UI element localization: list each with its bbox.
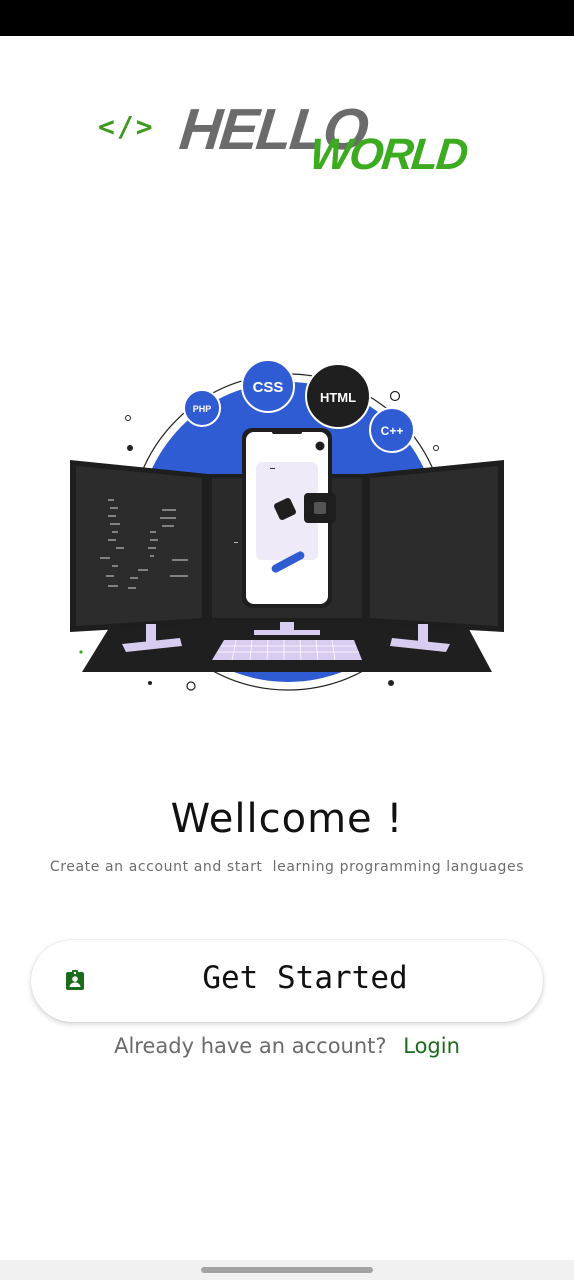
navigation-bar — [0, 1260, 574, 1280]
login-row: Already have an account? Login — [0, 1034, 574, 1058]
status-bar — [0, 0, 574, 36]
welcome-title: Wellcome ! — [170, 796, 404, 842]
html-badge-label: HTML — [320, 390, 356, 405]
login-prompt: Already have an account? — [114, 1034, 387, 1058]
cpp-badge: C++ — [369, 407, 415, 453]
php-badge: PHP — [183, 389, 221, 427]
css-badge: CSS — [241, 359, 295, 413]
php-badge-label: PHP — [193, 404, 212, 414]
app-logo: </> HELLO WORLD — [98, 96, 469, 186]
keyboard — [212, 640, 362, 660]
html-badge: HTML — [305, 363, 371, 429]
cpp-badge-label: C++ — [381, 424, 404, 438]
get-started-label: Get Started — [202, 960, 408, 996]
code-brackets-icon: </> — [98, 110, 155, 143]
programming-illustration: CSS HTML PHP C++ — [70, 359, 504, 691]
home-gesture-handle[interactable] — [201, 1267, 373, 1273]
css-badge-label: CSS — [253, 379, 284, 396]
login-link[interactable]: Login — [403, 1034, 460, 1058]
logo-world-text: WORLD — [307, 130, 469, 179]
welcome-subtitle: Create an account and start learning pro… — [49, 859, 525, 875]
get-started-button[interactable]: Get Started — [31, 940, 543, 1022]
